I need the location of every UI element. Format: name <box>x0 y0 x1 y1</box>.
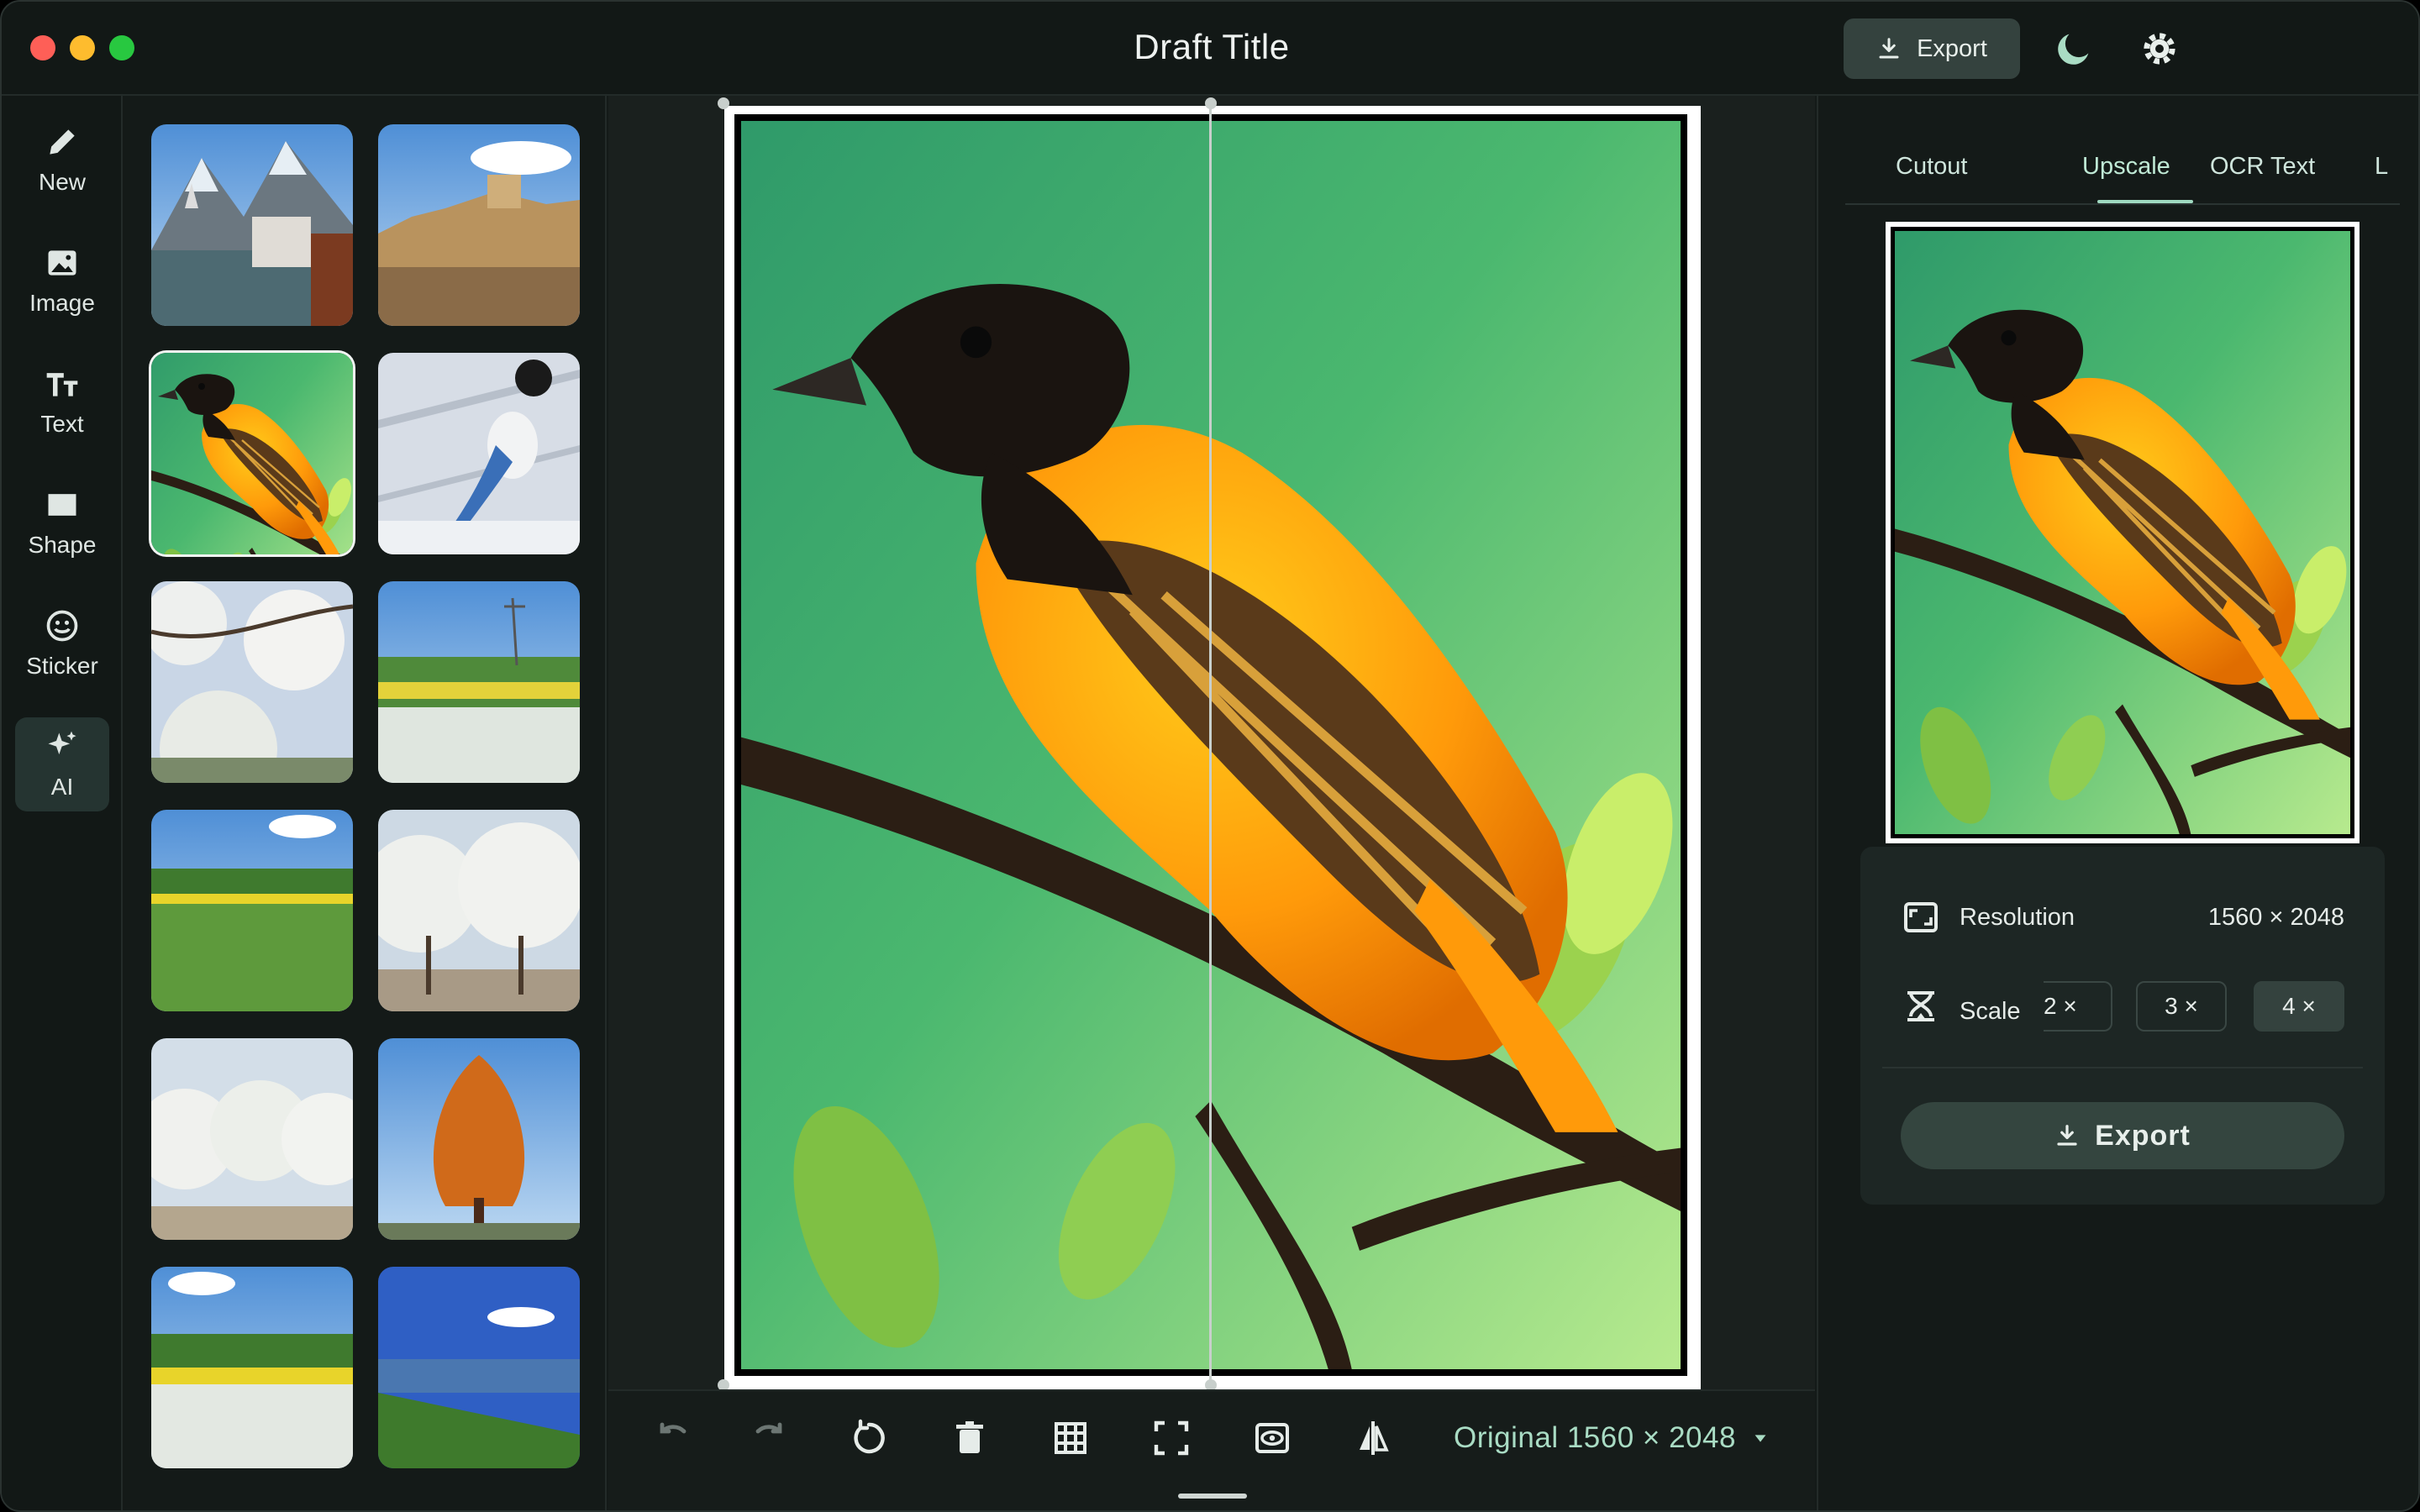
tool-panel: Cutout Upscale OCR Text L Resolution 156… <box>1817 96 2418 1510</box>
tab-upscale[interactable]: Upscale <box>2082 153 2170 181</box>
thumbnail-blue-magpie[interactable] <box>378 353 580 554</box>
minimize-window-button[interactable] <box>70 35 95 60</box>
preview-eye-icon[interactable] <box>1252 1418 1292 1458</box>
thumbnail-green-field[interactable] <box>151 810 353 1011</box>
undo-icon[interactable] <box>654 1418 694 1458</box>
resolution-value: 1560 × 2048 <box>2207 904 2344 931</box>
fit-screen-icon[interactable] <box>1151 1418 1192 1458</box>
rail-item-label: Shape <box>28 532 97 558</box>
scale-option-3x[interactable]: 3 × <box>2136 981 2227 1032</box>
active-tab-indicator <box>2097 200 2193 203</box>
sticker-icon <box>46 610 78 642</box>
settings-gear-icon[interactable] <box>2138 27 2181 71</box>
scale-option-2x[interactable]: 2 × <box>2044 981 2112 1032</box>
pencil-icon <box>50 129 75 155</box>
trash-icon[interactable] <box>950 1418 990 1458</box>
scale-icon <box>1907 991 1934 1021</box>
thumbnail-blossom-trees[interactable] <box>378 810 580 1011</box>
thumbnail-autumn-tree[interactable] <box>378 1038 580 1240</box>
rail-item-label: AI <box>50 774 74 800</box>
tool-tabs: Cutout Upscale OCR Text L <box>1845 146 2400 205</box>
scale-label: Scale <box>1960 998 2021 1025</box>
split-handle-top[interactable] <box>1205 97 1217 109</box>
tab-ocr-text[interactable]: OCR Text <box>2210 153 2315 181</box>
resolution-dropdown[interactable]: Original 1560 × 2048 <box>1454 1413 1770 1463</box>
canvas-toolbar: Original 1560 × 2048 <box>608 1389 1815 1510</box>
dark-mode-moon-icon[interactable] <box>2052 27 2096 71</box>
thumbnail-cherry-blossom[interactable] <box>151 581 353 783</box>
export-button[interactable]: Export <box>1901 1102 2344 1169</box>
chevron-down-icon <box>1754 1435 1766 1442</box>
image-gallery <box>124 96 607 1510</box>
upscale-preview <box>1886 222 2360 843</box>
scale-option-4x[interactable]: 4 × <box>2254 981 2344 1032</box>
tab-overflow[interactable]: L <box>2375 153 2388 181</box>
rotate-icon[interactable] <box>849 1418 889 1458</box>
grid-icon[interactable] <box>1050 1418 1091 1458</box>
export-button-label: Export <box>2095 1119 2191 1152</box>
tool-rail: New Image Text Shape Sticker AI <box>2 96 123 1510</box>
rail-item-shape[interactable]: Shape <box>15 475 109 570</box>
thumbnail-daisy-field[interactable] <box>151 1267 353 1468</box>
resolution-icon <box>1904 902 1938 932</box>
rail-item-label: Image <box>29 290 95 316</box>
rail-item-sticker[interactable]: Sticker <box>15 596 109 690</box>
resolution-label: Resolution <box>1960 904 2075 931</box>
resize-handle[interactable] <box>718 97 729 109</box>
text-icon <box>46 373 78 396</box>
rail-item-image[interactable]: Image <box>15 234 109 328</box>
drag-handle[interactable] <box>1178 1494 1247 1499</box>
rail-item-new[interactable]: New <box>15 113 109 207</box>
divider <box>1882 1067 2363 1068</box>
rail-item-label: Sticker <box>26 653 98 679</box>
title-bar: Draft Title Export <box>2 2 2418 96</box>
resolution-dropdown-label: Original 1560 × 2048 <box>1454 1421 1736 1454</box>
thumbnail-flower-meadow[interactable] <box>378 581 580 783</box>
shape-icon <box>48 494 76 516</box>
download-icon <box>2057 1125 2077 1146</box>
zoom-window-button[interactable] <box>109 35 134 60</box>
thumbnail-orange-bird[interactable] <box>151 353 353 554</box>
image-icon <box>48 250 76 276</box>
redo-icon[interactable] <box>748 1418 788 1458</box>
close-window-button[interactable] <box>30 35 55 60</box>
rail-item-text[interactable]: Text <box>15 354 109 449</box>
download-icon <box>1879 38 1899 59</box>
rail-item-label: Text <box>40 411 84 437</box>
tab-cutout[interactable]: Cutout <box>1896 153 1967 181</box>
thumbnail-castle-river[interactable] <box>378 124 580 326</box>
sparkle-icon <box>48 731 76 755</box>
compare-split-line[interactable] <box>1209 102 1212 1388</box>
upscale-settings-card: Resolution 1560 × 2048 Scale 2 × 3 × 4 ×… <box>1860 847 2385 1205</box>
thumbnail-lake-shore[interactable] <box>378 1267 580 1468</box>
document-title[interactable]: Draft Title <box>1044 27 1380 67</box>
thumbnail-white-grove[interactable] <box>151 1038 353 1240</box>
app-window: Draft Title Export New Image Text Shape <box>0 0 2420 1512</box>
compare-icon[interactable] <box>1353 1418 1393 1458</box>
rail-item-ai[interactable]: AI <box>15 717 109 811</box>
export-label: Export <box>1917 34 1987 62</box>
thumbnail-mountain-village[interactable] <box>151 124 353 326</box>
rail-item-label: New <box>38 169 86 195</box>
export-button-top[interactable]: Export <box>1844 18 2020 79</box>
